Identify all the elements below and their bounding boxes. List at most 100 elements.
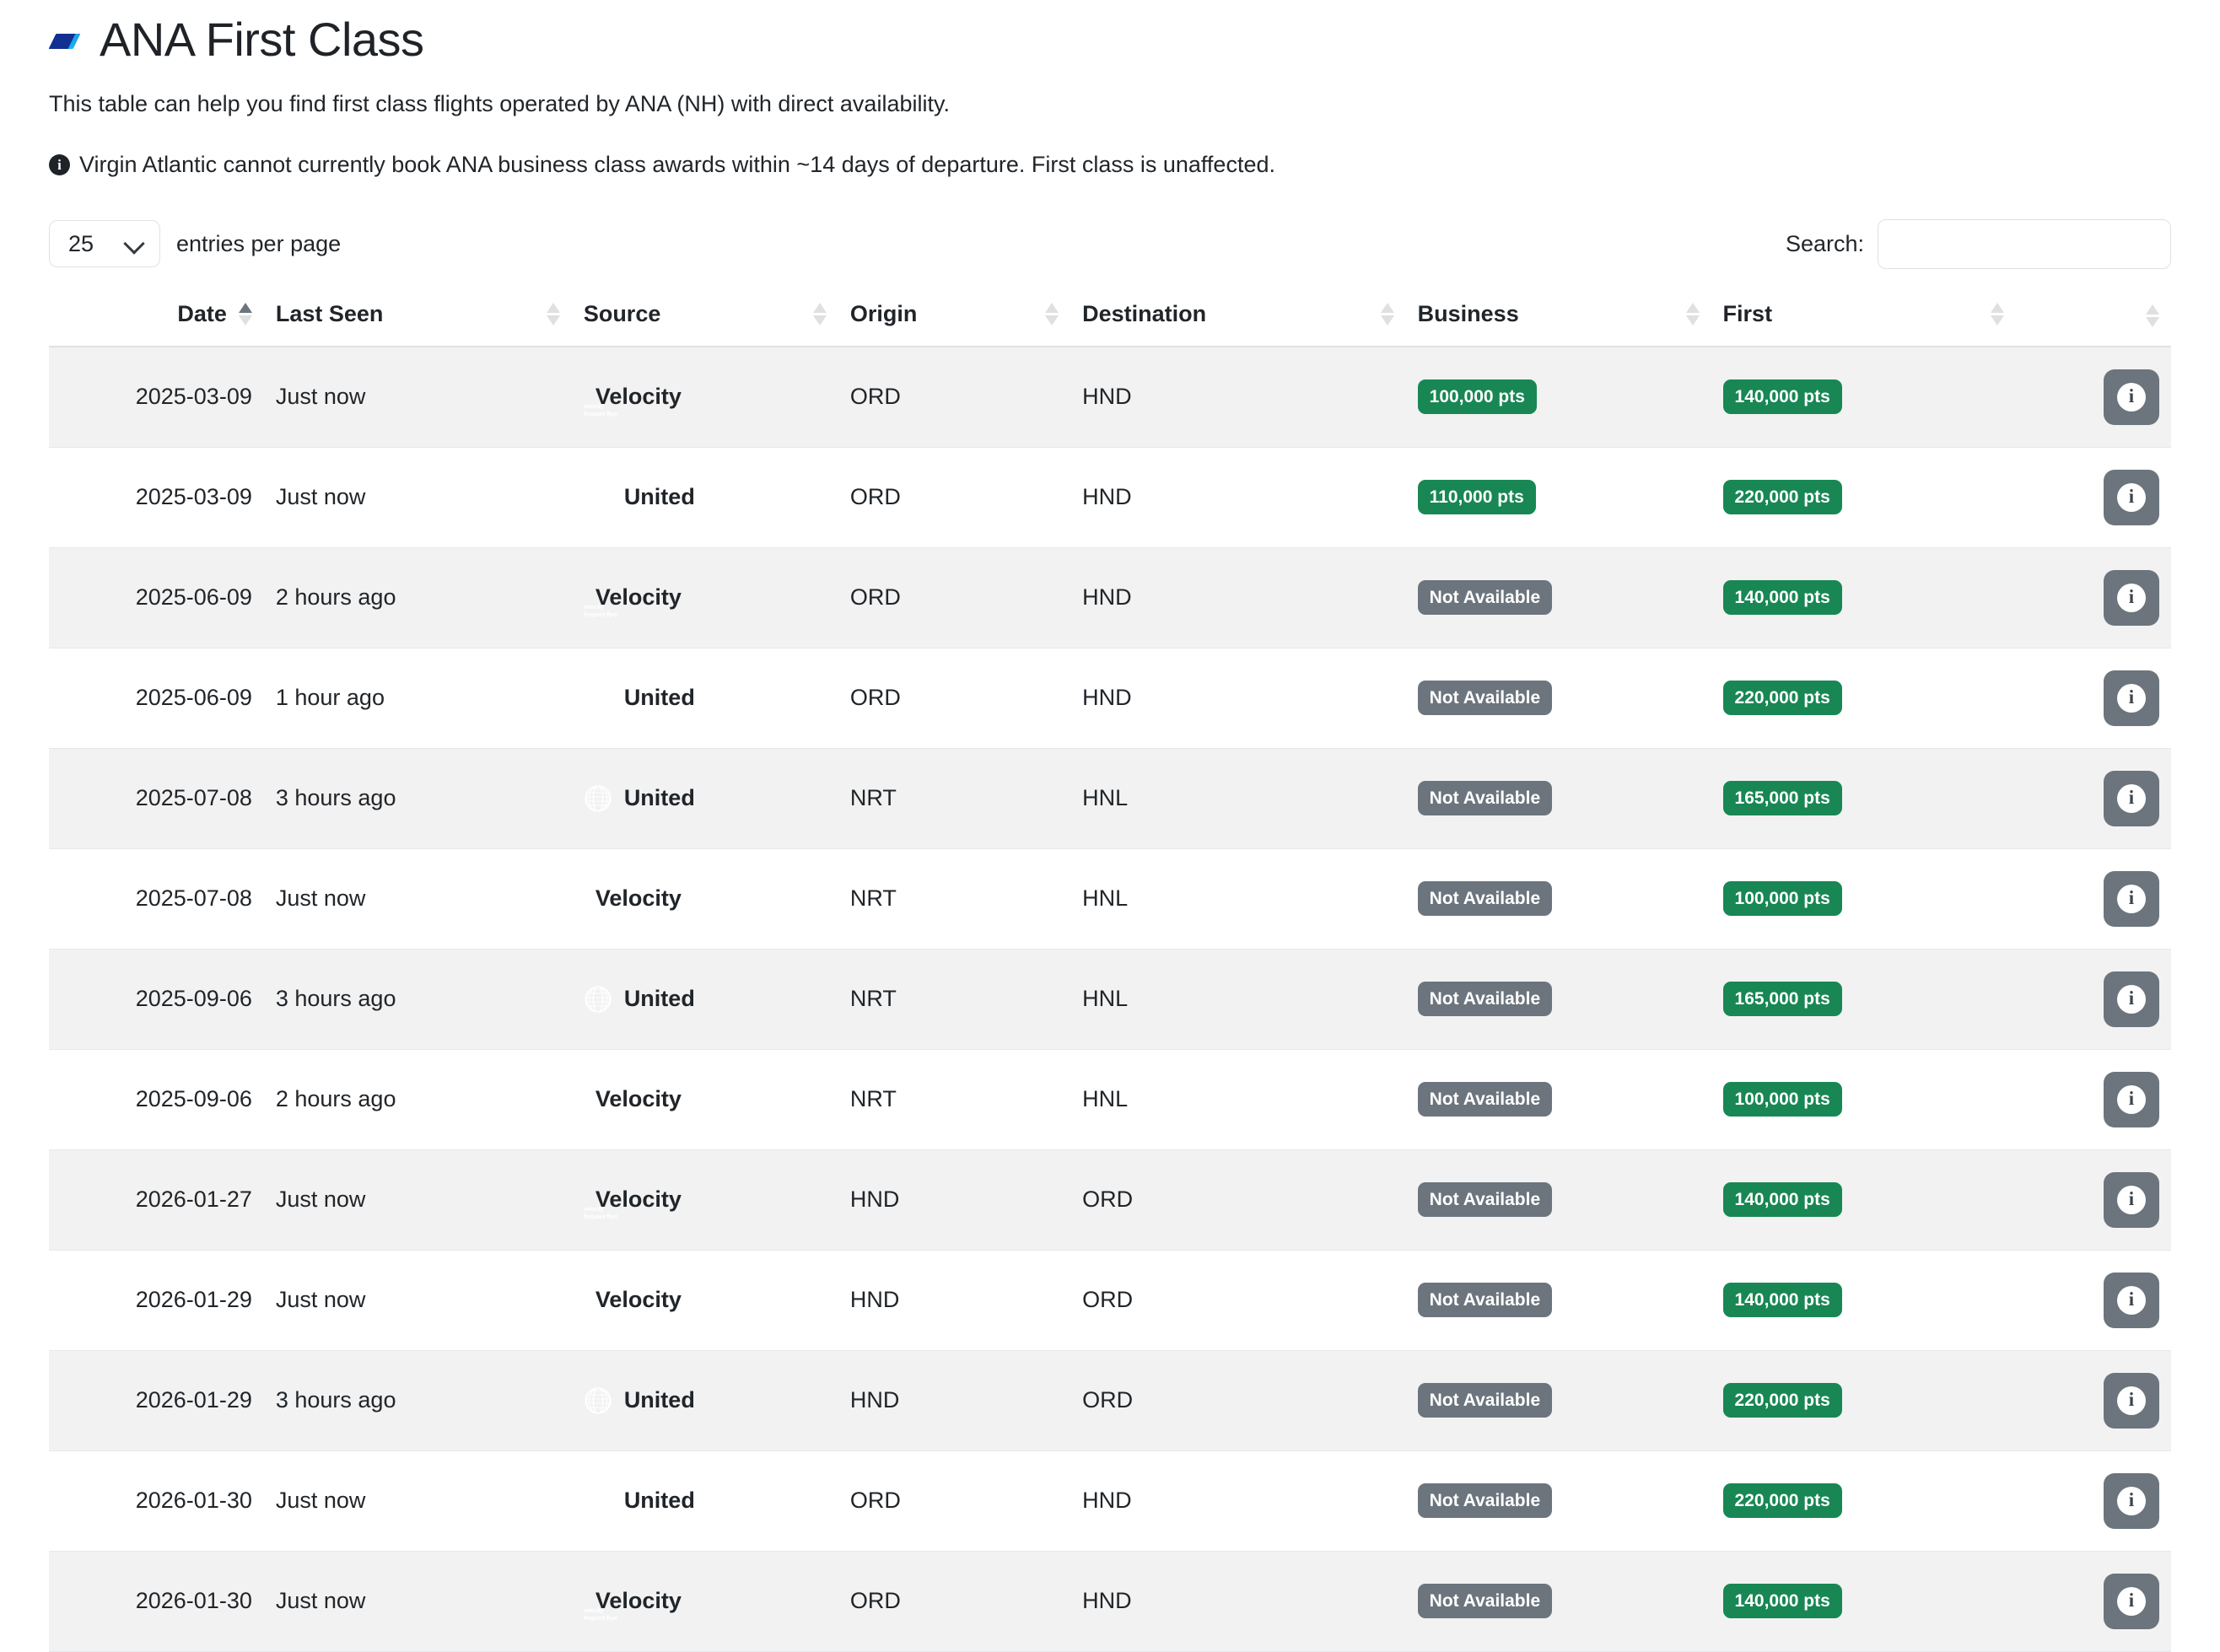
united-logo-icon [583,783,612,813]
source-name: Velocity [595,1187,682,1213]
first-badge: 140,000 pts [1722,379,1842,415]
row-info-button[interactable]: i [2104,670,2159,726]
business-badge: 110,000 pts [1417,480,1536,515]
first-badge: 140,000 pts [1722,1283,1842,1318]
column-header-source[interactable]: Source [571,288,838,347]
source-name: United [623,1387,695,1413]
table-row[interactable]: 2025-03-09Just nowvelocityfrequent flyer… [49,346,2171,448]
row-info-button[interactable]: i [2104,971,2159,1027]
row-info-button[interactable]: i [2104,1472,2159,1529]
table-row[interactable]: 2025-07-08 3 hours ago United NRT HNL Not Ava… [49,748,2171,849]
sort-icon-source[interactable] [812,302,827,326]
cell-last-seen: 3 hours ago [263,748,572,849]
cell-date: 2025-09-06 [49,1049,264,1150]
table-row[interactable]: 2025-06-09 1 hour ago United ORD HND Not Avai… [49,648,2171,749]
table-row[interactable]: 2026-01-30Just nowvelocityfrequent flyer… [49,1551,2171,1652]
column-label-business: Business [1417,300,1519,326]
column-header-origin[interactable]: Origin [838,288,1071,347]
cell-destination: HNL [1070,848,1406,950]
row-info-button[interactable]: i [2104,569,2159,626]
cell-date: 2026-01-30 [49,1551,264,1652]
row-info-button[interactable]: i [2104,1071,2159,1127]
table-row[interactable]: 2025-09-06 3 hours ago United NRT HNL Not Ava… [49,949,2171,1050]
sort-icon-first[interactable] [1991,302,2005,326]
cell-last-seen: 3 hours ago [263,1350,572,1451]
table-row[interactable]: 2025-07-08Just nowvelocityfrequent flyer… [49,848,2171,950]
source-logo-wrap [583,482,612,512]
row-info-button[interactable]: i [2104,1272,2159,1328]
cell-actions: i [2016,1250,2171,1351]
cell-destination: HND [1070,1551,1406,1652]
table-row[interactable]: 2025-09-062 hours agovelocityfrequent fl… [49,1049,2171,1150]
cell-first: 140,000 pts [1711,547,2017,648]
source-logo-wrap [583,683,612,713]
table-row[interactable]: 2026-01-29Just nowvelocityfrequent flyer… [49,1250,2171,1351]
cell-last-seen: Just now [263,346,572,448]
cell-business: Not Available [1405,848,1711,950]
info-icon: i [2117,1084,2146,1114]
entries-select-wrapper[interactable]: 102550100 [49,220,160,268]
table-row[interactable]: 2026-01-27Just nowvelocityfrequent flyer… [49,1149,2171,1251]
business-badge: Not Available [1417,881,1553,917]
ana-logo-icon [48,25,84,54]
table-row[interactable]: 2026-01-29 3 hours ago United HND ORD Not Ava… [49,1350,2171,1451]
sort-icon-actions[interactable] [2146,304,2159,327]
united-logo-icon [583,482,612,512]
cell-last-seen: Just now [263,1551,572,1652]
table-row[interactable]: 2025-03-09 Just now United ORD HND 110,000 pt… [49,447,2171,548]
column-header-destination[interactable]: Destination [1070,288,1406,347]
entries-per-page-select[interactable]: 102550100 [49,220,160,268]
business-badge: Not Available [1417,1182,1553,1218]
row-info-button[interactable]: i [2104,469,2159,525]
info-icon: i [2117,583,2146,612]
sort-icon-destination[interactable] [1380,302,1394,326]
cell-destination: HND [1070,1450,1406,1552]
row-info-button[interactable]: i [2104,369,2159,425]
cell-actions: i [2016,346,2171,448]
cell-date: 2025-07-08 [49,748,264,849]
search-label: Search: [1785,230,1864,256]
table-row[interactable]: 2025-06-092 hours agovelocityfrequent fl… [49,547,2171,648]
sort-icon-last-seen[interactable] [546,302,560,326]
table-row[interactable]: 2026-01-30 Just now United ORD HND Not Availa… [49,1450,2171,1552]
cell-source: United [571,949,838,1050]
cell-origin: NRT [838,748,1071,849]
sort-icon-business[interactable] [1685,302,1700,326]
row-info-button[interactable]: i [2104,870,2159,927]
cell-actions: i [2016,1149,2171,1251]
cell-date: 2025-07-08 [49,848,264,950]
cell-date: 2025-06-09 [49,648,264,749]
cell-date: 2025-09-06 [49,949,264,1050]
cell-business: Not Available [1405,1350,1711,1451]
cell-date: 2026-01-29 [49,1350,264,1451]
column-header-last-seen[interactable]: Last Seen [263,288,572,347]
search-input[interactable] [1878,218,2171,269]
cell-last-seen: Just now [263,1450,572,1552]
cell-last-seen: 3 hours ago [263,949,572,1050]
column-header-business[interactable]: Business [1405,288,1711,347]
cell-date: 2025-06-09 [49,547,264,648]
column-label-date: Date [177,300,227,326]
united-logo-icon [583,1386,612,1415]
column-header-date[interactable]: Date [49,288,264,347]
page-description: This table can help you find first class… [49,90,950,116]
sort-icon-origin[interactable] [1045,302,1059,326]
source-name: United [623,484,695,510]
column-header-first[interactable]: First [1711,288,2017,347]
row-info-button[interactable]: i [2104,1372,2159,1429]
row-info-button[interactable]: i [2104,1573,2159,1629]
source-name: United [623,986,695,1012]
sort-asc-icon-date[interactable] [238,302,252,326]
row-info-button[interactable]: i [2104,1171,2159,1228]
cell-actions: i [2016,1049,2171,1150]
info-icon: i [2117,482,2146,512]
cell-business: Not Available [1405,547,1711,648]
cell-origin: ORD [838,447,1071,548]
source-logo-wrap [583,1386,612,1415]
column-header-actions[interactable] [2016,288,2171,347]
row-info-button[interactable]: i [2104,770,2159,826]
business-badge: Not Available [1417,1483,1553,1519]
cell-origin: HND [838,1350,1071,1451]
source-name: United [623,785,695,811]
column-label-source: Source [583,300,661,326]
